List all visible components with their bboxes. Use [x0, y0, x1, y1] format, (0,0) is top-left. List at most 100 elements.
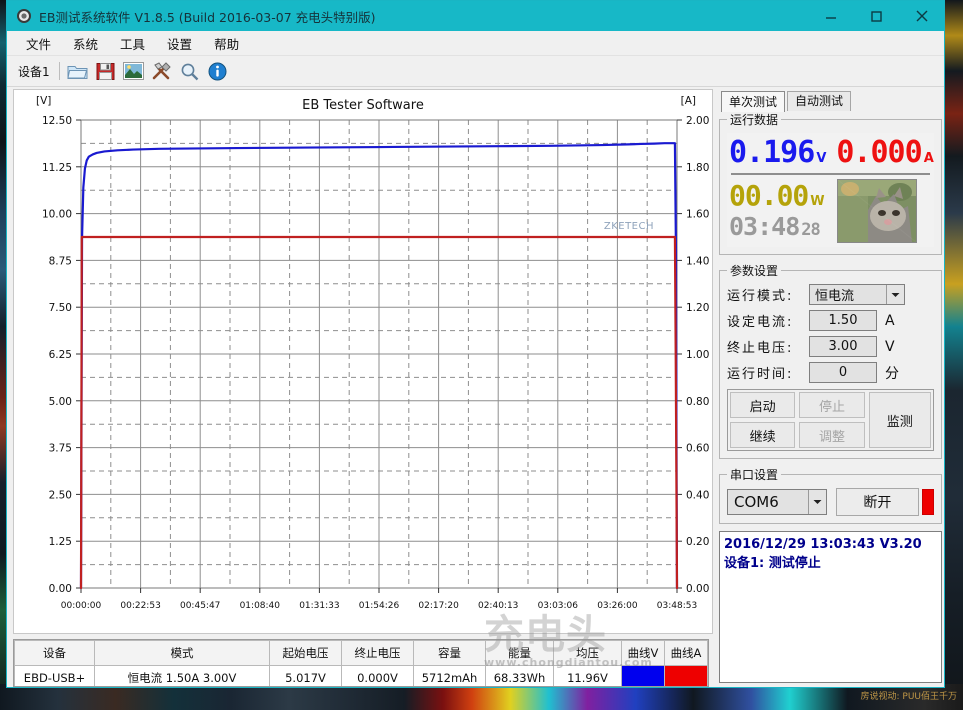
col-capacity: 容量	[413, 640, 486, 666]
cell-start-voltage: 5.017V	[269, 665, 342, 686]
chart-plot[interactable]: 0.00 0.00 1.25 0.20 2.50 0.40 3.75 0.60 5.00 0.80…	[14, 90, 712, 633]
adjust-button[interactable]: 调整	[799, 422, 865, 448]
readout-bottom-row: 00.00 W 03:48 28	[729, 179, 934, 243]
background-bottom-text: 房说视动: PUU佰王千万	[860, 692, 958, 702]
stop-button[interactable]: 停止	[799, 392, 865, 418]
svg-text:00:45:47: 00:45:47	[180, 601, 220, 611]
start-button[interactable]: 启动	[730, 392, 796, 418]
info-icon[interactable]	[205, 59, 231, 83]
cell-capacity: 5712mAh	[413, 665, 486, 686]
search-icon[interactable]	[177, 59, 203, 83]
toolbar-device-tab[interactable]: 设备1	[15, 60, 57, 82]
svg-text:0.00: 0.00	[686, 583, 709, 595]
log-line-2: 设备1: 测试停止	[724, 556, 821, 571]
svg-text:2.50: 2.50	[49, 489, 72, 501]
col-device: 设备	[14, 640, 95, 666]
svg-text:1.40: 1.40	[686, 255, 709, 267]
svg-text:03:48:53: 03:48:53	[657, 601, 697, 611]
row-run-mode: 运行模式: 恒电流	[727, 284, 934, 305]
minimize-button[interactable]	[809, 1, 854, 31]
open-folder-icon[interactable]	[65, 59, 91, 83]
row-cutoff-voltage: 终止电压: 3.00 V	[727, 336, 934, 357]
toolbar-separator	[58, 62, 60, 80]
set-current-input[interactable]: 1.50	[809, 310, 877, 331]
brand-watermark: ZKETECH	[603, 221, 654, 232]
menu-item-file[interactable]: 文件	[15, 32, 62, 55]
cutoff-voltage-input[interactable]: 3.00	[809, 336, 877, 357]
running-data-group: 运行数据 0.196 V 0.000 A 00.00 W 03:48 28	[719, 111, 942, 255]
svg-text:0.80: 0.80	[686, 396, 709, 408]
com-port-select[interactable]: COM6	[727, 489, 827, 515]
run-time-unit: 分	[885, 365, 899, 382]
digital-readout: 0.196 V 0.000 A 00.00 W 03:48 28	[727, 133, 934, 247]
table-header-row: 设备 模式 起始电压 终止电压 容量 能量 均压 曲线V 曲线A	[14, 640, 708, 666]
continue-button[interactable]: 继续	[730, 422, 796, 448]
summary-table-panel: 设备 模式 起始电压 终止电压 容量 能量 均压 曲线V 曲线A EBD-USB…	[13, 639, 709, 687]
cat-photo-thumbnail[interactable]	[836, 179, 917, 243]
run-mode-label: 运行模式:	[727, 289, 794, 304]
menu-item-tools[interactable]: 工具	[109, 32, 156, 55]
svg-text:5.00: 5.00	[49, 396, 72, 408]
tab-single-test[interactable]: 单次测试	[721, 91, 786, 112]
cell-device: EBD-USB+	[14, 665, 95, 686]
svg-text:03:03:06: 03:03:06	[538, 601, 579, 611]
menu-item-settings[interactable]: 设置	[156, 32, 203, 55]
cell-mode: 恒电流 1.50A 3.00V	[94, 665, 270, 686]
run-time-input[interactable]: 0	[809, 362, 877, 383]
power-unit: W	[810, 194, 825, 209]
monitor-button[interactable]: 监测	[868, 392, 931, 448]
col-start-voltage: 起始电压	[269, 640, 342, 666]
menu-item-system[interactable]: 系统	[62, 32, 109, 55]
power-value: 00.00	[729, 179, 809, 212]
svg-text:01:31:33: 01:31:33	[299, 601, 339, 611]
tools-icon[interactable]	[149, 59, 175, 83]
power-row: 00.00 W	[729, 179, 825, 212]
close-button[interactable]	[899, 1, 944, 31]
voltage-value: 0.196	[729, 135, 815, 170]
svg-text:10.00: 10.00	[42, 209, 72, 221]
save-floppy-icon[interactable]	[93, 59, 119, 83]
chevron-down-icon[interactable]	[886, 285, 904, 304]
image-icon[interactable]	[121, 59, 147, 83]
tab-auto-test[interactable]: 自动测试	[787, 91, 852, 111]
svg-text:1.20: 1.20	[686, 302, 709, 314]
maximize-button[interactable]	[854, 1, 899, 31]
cell-avg-voltage: 11.96V	[553, 665, 622, 686]
chevron-down-icon[interactable]	[808, 490, 826, 514]
svg-text:02:40:13: 02:40:13	[478, 601, 518, 611]
disconnect-button[interactable]: 断开	[836, 488, 919, 516]
right-panel: 单次测试 自动测试 运行数据 0.196 V 0.000 A 00.00 W 0…	[713, 87, 946, 687]
col-avg-voltage: 均压	[553, 640, 622, 666]
svg-text:0.40: 0.40	[686, 489, 709, 501]
svg-text:0.20: 0.20	[686, 536, 709, 548]
action-button-group: 启动 继续 停止 调整 监测	[727, 389, 934, 451]
cell-curve-v-swatch[interactable]	[621, 665, 665, 686]
log-output[interactable]: 2016/12/29 13:03:43 V3.20 设备1: 测试停止	[719, 531, 942, 683]
background-right-strip	[944, 0, 963, 710]
menu-item-help[interactable]: 帮助	[203, 32, 250, 55]
left-column: EB Tester Software [V] [A] 0.00 0.00 1.25 0…	[7, 87, 713, 687]
action-button-col-2: 停止 调整	[797, 390, 866, 450]
svg-text:1.00: 1.00	[686, 349, 709, 361]
svg-text:12.50: 12.50	[42, 115, 72, 127]
readout-top-row: 0.196 V 0.000 A	[729, 135, 934, 170]
col-stop-voltage: 终止电压	[341, 640, 414, 666]
run-mode-select[interactable]: 恒电流	[809, 284, 905, 305]
svg-text:0.00: 0.00	[49, 583, 72, 595]
elapsed-time-row: 03:48 28	[729, 212, 825, 241]
table-row[interactable]: EBD-USB+ 恒电流 1.50A 3.00V 5.017V 0.000V 5…	[14, 665, 708, 686]
svg-text:0.60: 0.60	[686, 443, 709, 455]
readout-divider	[731, 173, 930, 175]
log-line-1: 2016/12/29 13:03:43 V3.20	[724, 537, 922, 552]
main-content: EB Tester Software [V] [A] 0.00 0.00 1.25 0…	[7, 87, 944, 687]
run-mode-value: 恒电流	[815, 289, 855, 304]
tab-strip: 单次测试 自动测试	[719, 91, 942, 112]
current-value: 0.000	[836, 135, 922, 170]
param-settings-group: 参数设置 运行模式: 恒电流 设定电流: 1.50 A 终止电压: 3.00 V…	[719, 262, 942, 459]
cell-curve-a-swatch[interactable]	[664, 665, 708, 686]
com-port-value: COM6	[734, 493, 779, 511]
svg-text:7.50: 7.50	[49, 302, 72, 314]
cell-stop-voltage: 0.000V	[341, 665, 414, 686]
summary-table: 设备 模式 起始电压 终止电压 容量 能量 均压 曲线V 曲线A EBD-USB…	[14, 640, 708, 686]
svg-text:02:17:20: 02:17:20	[418, 601, 459, 611]
